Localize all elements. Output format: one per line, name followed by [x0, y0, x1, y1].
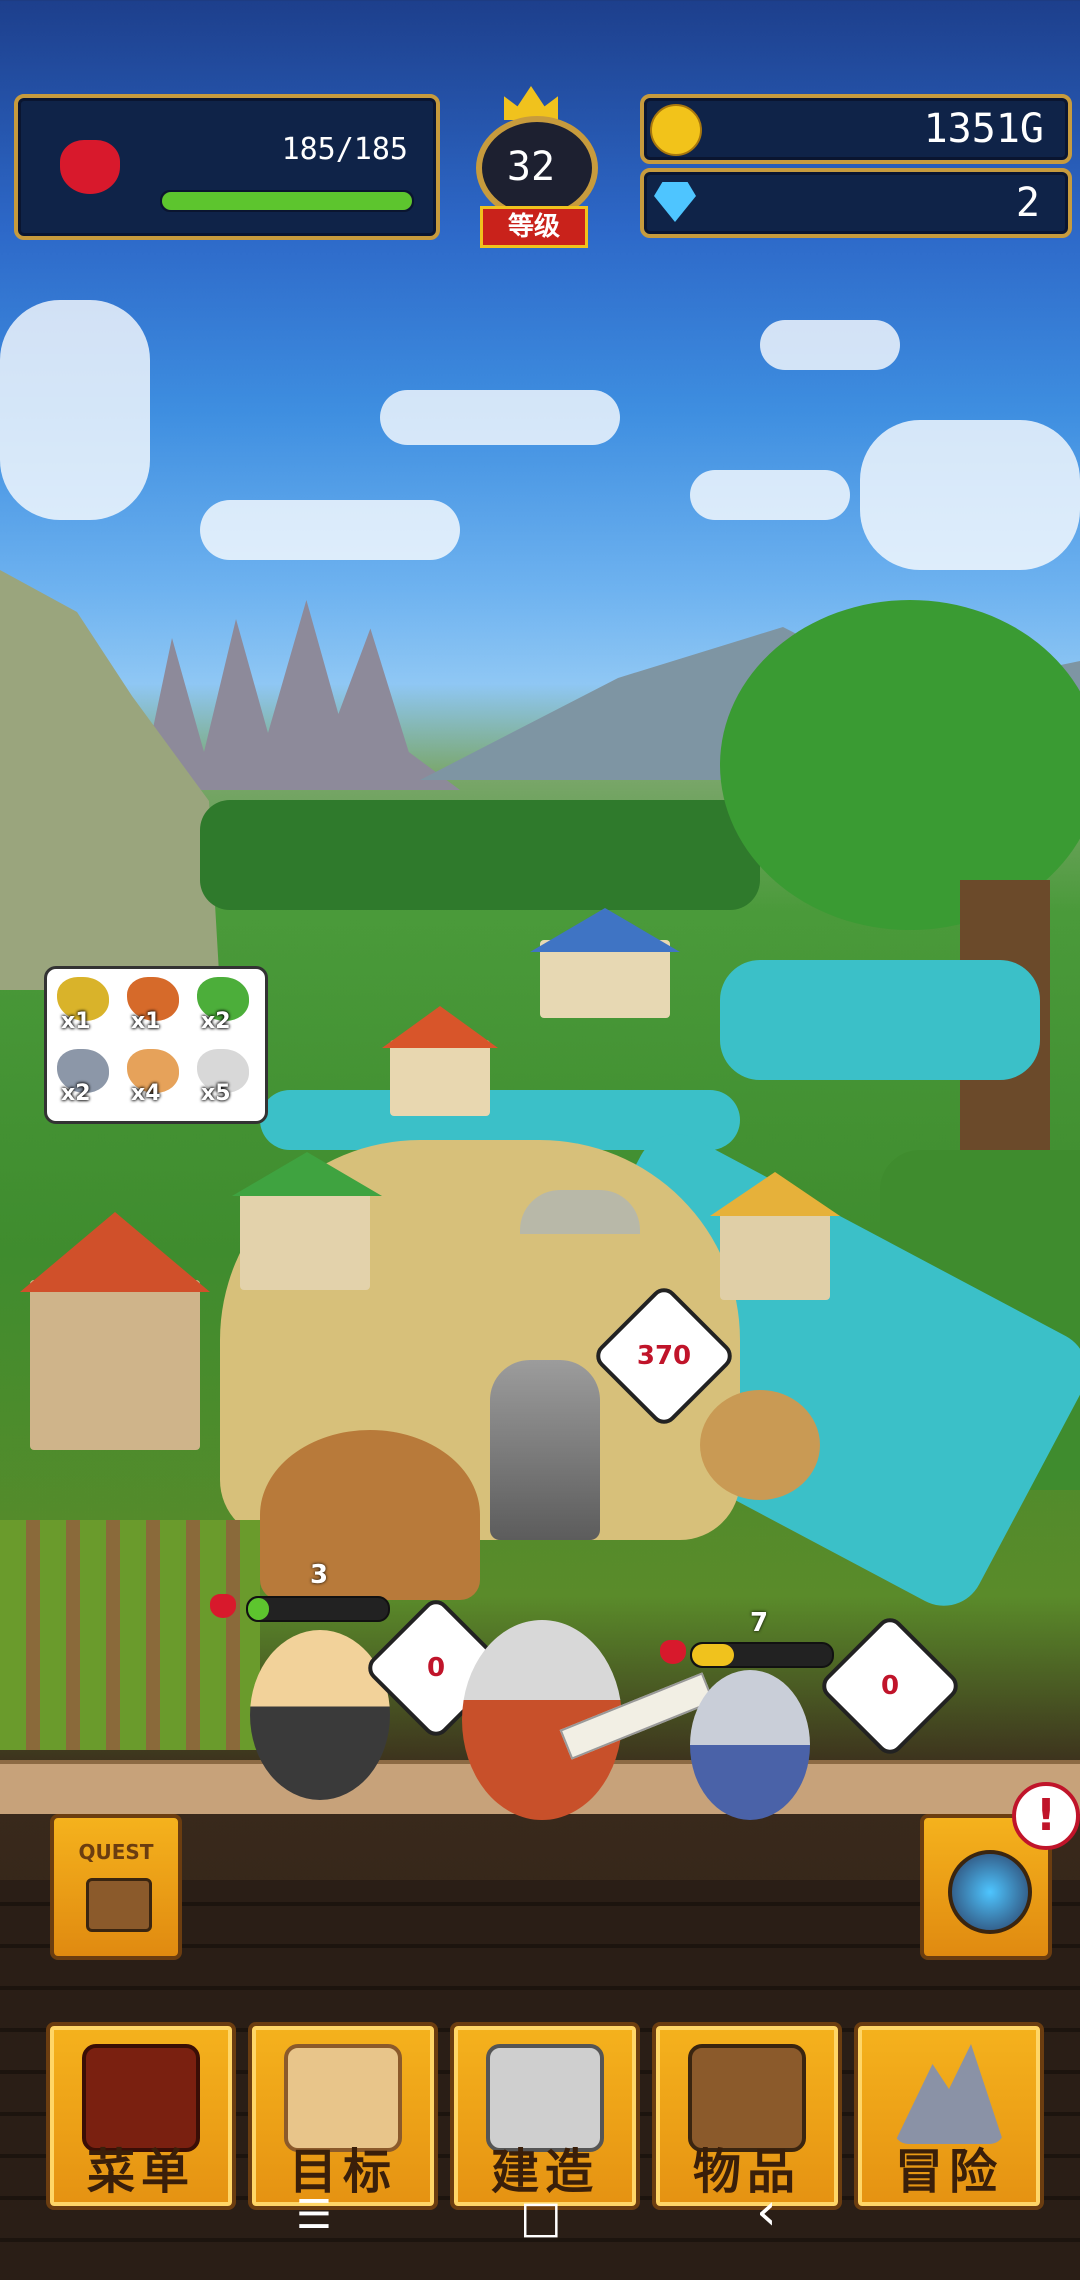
- stone-bridge: [520, 1190, 640, 1234]
- resource-count: x4: [131, 1081, 161, 1106]
- level-badge[interactable]: 32 等级: [468, 86, 598, 248]
- cloud: [760, 320, 900, 370]
- quest-button[interactable]: QUEST: [50, 1814, 182, 1960]
- nav-menu-label: 菜单: [86, 2144, 195, 2200]
- treasure-chest-icon: [86, 1878, 152, 1932]
- nav-build-button[interactable]: 建造: [450, 2022, 640, 2210]
- system-back-button[interactable]: ‹: [756, 2182, 777, 2242]
- hp-panel: 185/185: [14, 94, 440, 240]
- resource-count: x5: [201, 1081, 231, 1106]
- knight-hp-fill: [692, 1644, 734, 1666]
- crown-icon: [504, 86, 558, 120]
- river: [720, 960, 1040, 1080]
- alert-mark: !: [1035, 1790, 1057, 1841]
- heart-icon: [60, 140, 120, 194]
- fallen-basket-building: [700, 1390, 820, 1500]
- gold-panel: 1351G: [640, 94, 1072, 164]
- cloud: [380, 390, 620, 445]
- gem-orb-icon: [948, 1850, 1032, 1934]
- nav-menu-button[interactable]: 菜单: [46, 2022, 236, 2210]
- mill-roof: [20, 1212, 210, 1292]
- cloud: [200, 500, 460, 560]
- alert-badge[interactable]: !: [1012, 1782, 1080, 1850]
- maid-heart-icon: [210, 1594, 236, 1618]
- diamond-icon: [654, 182, 696, 222]
- nav-goal-label: 目标: [288, 2144, 397, 2200]
- hp-text: 185/185: [281, 132, 408, 167]
- level-label: 等级: [480, 206, 588, 248]
- maid-level: 3: [310, 1560, 329, 1590]
- green-shop: [240, 1190, 370, 1290]
- resource-count: x1: [131, 1009, 161, 1034]
- gem-panel: 2: [640, 168, 1072, 238]
- knight-hp-bar: [690, 1642, 834, 1668]
- nav-adventure-button[interactable]: 冒险: [854, 2022, 1044, 2210]
- rock-cliff: [0, 570, 220, 990]
- hp-bar-track: [160, 190, 414, 212]
- system-home-button[interactable]: □: [520, 2192, 562, 2243]
- quest-label: QUEST: [78, 1840, 154, 1864]
- round-hut: [260, 1430, 480, 1600]
- resource-count: x2: [61, 1081, 91, 1106]
- cloud: [0, 300, 150, 520]
- nav-goal-button[interactable]: 目标: [248, 2022, 438, 2210]
- cloud: [860, 420, 1080, 570]
- nav-adventure-label: 冒险: [894, 2144, 1003, 2200]
- blue-roof: [530, 908, 680, 952]
- knight-character[interactable]: [690, 1670, 810, 1820]
- gem-text: 2: [1015, 180, 1040, 226]
- maid-character[interactable]: [250, 1630, 390, 1800]
- cloud: [690, 470, 850, 520]
- nav-items-button[interactable]: 物品: [652, 2022, 842, 2210]
- resource-popup[interactable]: x1 x1 x2 x2 x4 x5: [44, 966, 268, 1124]
- yellow-barn: [720, 1210, 830, 1300]
- red-roof: [382, 1006, 498, 1048]
- knight-heart-icon: [660, 1640, 686, 1664]
- hero-statue[interactable]: [490, 1360, 600, 1540]
- gold-text: 1351G: [923, 106, 1044, 152]
- level-value: 32: [506, 144, 556, 190]
- maid-hp-fill: [248, 1598, 269, 1620]
- gold-coin-icon: [650, 104, 702, 156]
- mill-house: [30, 1280, 200, 1450]
- hp-bar-fill: [162, 192, 412, 210]
- carrot-field: [0, 1520, 260, 1750]
- mountain-icon: [894, 2044, 1004, 2144]
- maid-hp-bar: [246, 1596, 390, 1622]
- knight-bubble: 0: [816, 1612, 964, 1760]
- knight-bubble-value: 0: [880, 1671, 900, 1701]
- forest-band: [200, 800, 760, 910]
- knight-level: 7: [750, 1608, 769, 1638]
- distant-mountains: [140, 600, 460, 790]
- statue-hp-value: 370: [636, 1341, 692, 1371]
- system-menu-button[interactable]: ☰: [296, 2192, 332, 2238]
- red-roof-cottage: [390, 1040, 490, 1116]
- resource-count: x2: [201, 1009, 231, 1034]
- nav-items-label: 物品: [692, 2144, 801, 2200]
- resource-count: x1: [61, 1009, 91, 1034]
